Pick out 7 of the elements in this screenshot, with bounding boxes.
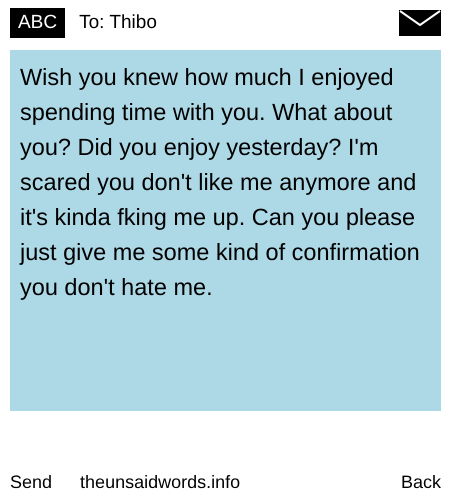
back-softkey[interactable]: Back [400, 472, 441, 493]
envelope-icon [399, 10, 441, 36]
recipient-label: To: Thibo [79, 12, 158, 34]
input-mode-indicator: ABC [10, 8, 66, 38]
website-label: theunsaidwords.info [80, 472, 242, 493]
message-text[interactable]: Wish you knew how much I enjoyed spending time with you. What about you? Did you enjoy yesterday? I'm scared you don't like me anymore and it's kinda fking me up. Can you please just give me some kind of confirmation you don't hate me. [10, 50, 441, 411]
send-softkey[interactable]: Send [10, 472, 52, 493]
